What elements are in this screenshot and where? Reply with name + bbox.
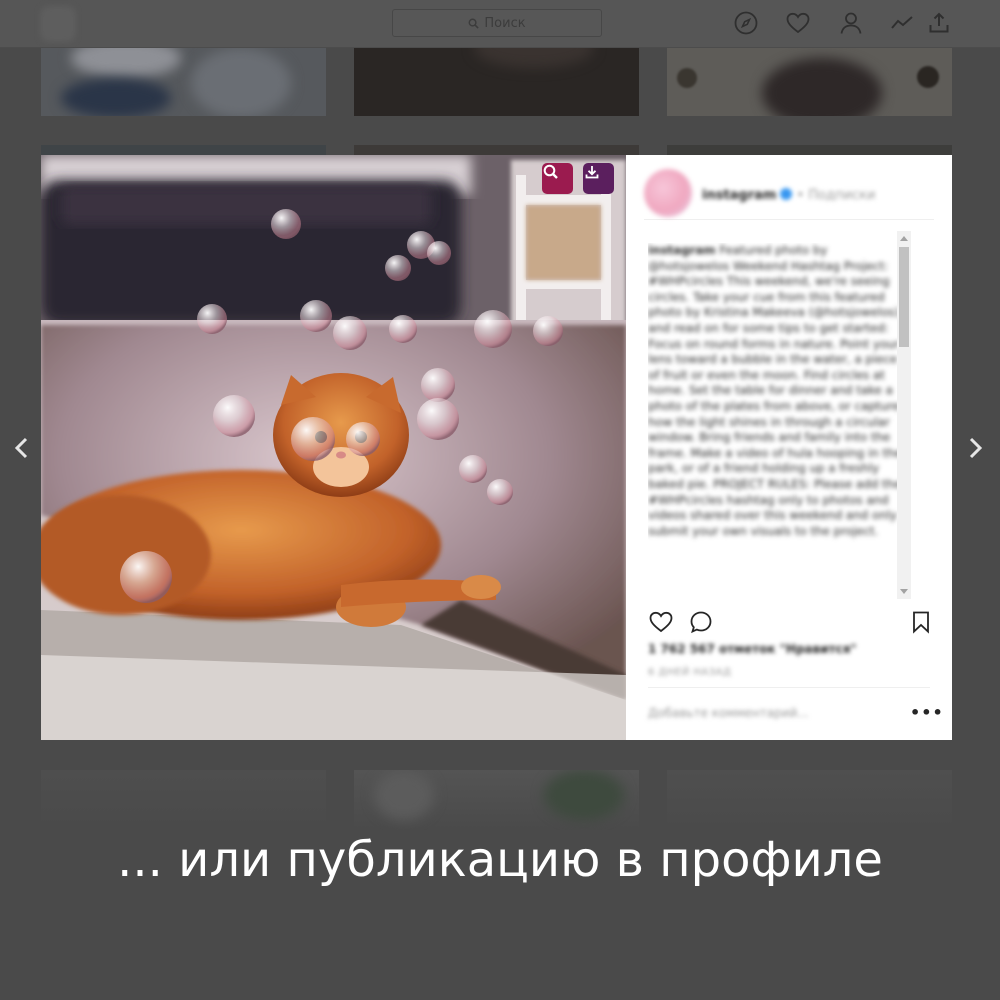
profile-icon[interactable] bbox=[838, 10, 864, 36]
search-icon bbox=[543, 164, 558, 179]
follow-link[interactable]: • Подписки bbox=[796, 188, 875, 203]
scroll-down-arrow-icon[interactable] bbox=[900, 589, 908, 594]
feed-tile[interactable] bbox=[354, 770, 639, 830]
scroll-up-arrow-icon[interactable] bbox=[900, 236, 908, 241]
feed-tile[interactable] bbox=[354, 145, 639, 155]
caption-scroll-area[interactable]: instagram Featured photo by @hotsjowelos… bbox=[648, 243, 938, 595]
photo-download-button[interactable] bbox=[583, 163, 614, 194]
feed-tile[interactable] bbox=[667, 770, 952, 830]
post-caption: instagram Featured photo by @hotsjowelos… bbox=[648, 243, 910, 539]
bookmark-icon bbox=[913, 611, 929, 634]
feed-tile[interactable] bbox=[41, 48, 326, 116]
comment-input[interactable]: Добавьте комментарий... bbox=[648, 706, 809, 720]
caption-author[interactable]: instagram bbox=[648, 243, 716, 257]
feed-tile[interactable] bbox=[41, 770, 326, 830]
like-button[interactable] bbox=[648, 609, 674, 635]
post-photo[interactable] bbox=[41, 155, 626, 740]
avatar[interactable] bbox=[644, 169, 692, 217]
post-username[interactable]: instagram bbox=[702, 188, 776, 203]
heart-icon bbox=[649, 611, 673, 633]
post-timestamp: 6 ДНЕЙ НАЗАД bbox=[648, 667, 732, 678]
comment-icon bbox=[690, 611, 712, 634]
post-modal: instagram • Подписки instagram Featured p… bbox=[41, 155, 952, 740]
top-navigation-bar: Поиск bbox=[0, 0, 1000, 48]
chevron-right-icon[interactable] bbox=[962, 433, 988, 463]
stats-icon[interactable] bbox=[889, 10, 915, 36]
photo-search-button[interactable] bbox=[542, 163, 573, 194]
download-icon bbox=[585, 166, 599, 179]
likes-count[interactable]: 1 762 567 отметок "Нравится" bbox=[648, 642, 857, 656]
comment-button[interactable] bbox=[688, 609, 714, 635]
post-actions bbox=[648, 609, 938, 637]
upload-icon[interactable] bbox=[926, 10, 952, 36]
heart-icon[interactable] bbox=[785, 10, 811, 36]
caption-text: Featured photo by @hotsjowelos Weekend H… bbox=[648, 243, 903, 538]
scrollbar-thumb[interactable] bbox=[899, 247, 909, 347]
divider bbox=[648, 687, 930, 688]
feed-tile[interactable] bbox=[667, 145, 952, 155]
chevron-left-icon[interactable] bbox=[9, 433, 35, 463]
instagram-logo-icon[interactable] bbox=[40, 6, 76, 42]
more-options-button[interactable]: ••• bbox=[910, 703, 944, 722]
search-placeholder: Поиск bbox=[484, 15, 526, 31]
feed-tile[interactable] bbox=[41, 145, 326, 155]
search-input[interactable]: Поиск bbox=[392, 9, 602, 37]
save-button[interactable] bbox=[908, 609, 934, 635]
search-icon bbox=[468, 18, 480, 29]
caption-scrollbar[interactable] bbox=[897, 231, 911, 599]
feed-tile[interactable] bbox=[354, 48, 639, 116]
feed-tile[interactable] bbox=[667, 48, 952, 116]
compass-icon[interactable] bbox=[733, 10, 759, 36]
post-header: instagram • Подписки bbox=[644, 167, 934, 220]
verified-badge-icon bbox=[780, 188, 793, 200]
overlay-headline: ... или публикацию в профиле bbox=[117, 832, 883, 888]
